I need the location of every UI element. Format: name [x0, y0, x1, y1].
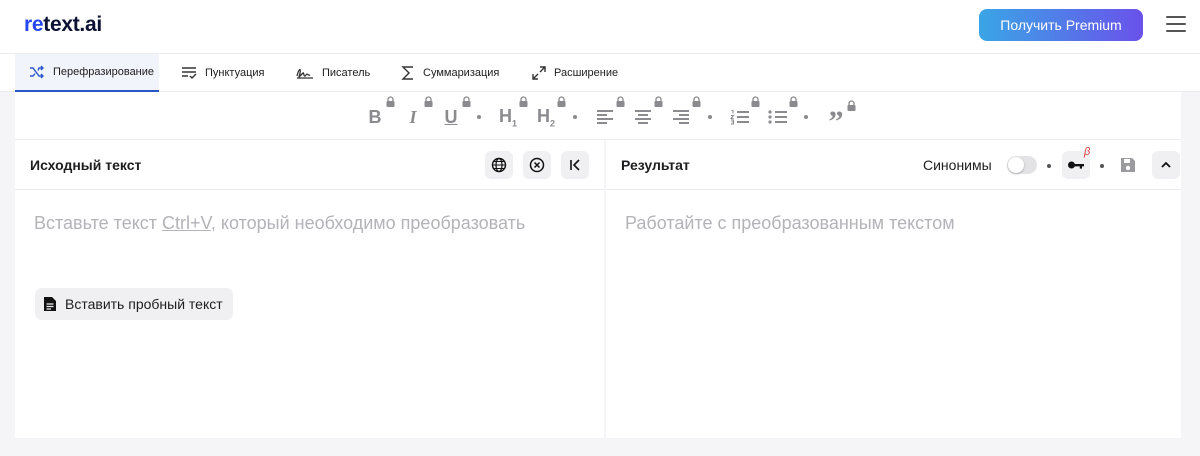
separator-dot	[708, 115, 712, 119]
quote-button[interactable]: ”	[823, 100, 856, 137]
save-button[interactable]	[1114, 151, 1142, 179]
heading-letter: H	[498, 105, 512, 126]
tab-punctuation[interactable]: Пунктуация	[167, 54, 278, 92]
shuffle-icon	[30, 65, 44, 79]
align-right-button[interactable]	[668, 96, 701, 130]
underline-button[interactable]: U	[438, 96, 471, 130]
heading-1-button[interactable]: H1	[495, 96, 528, 130]
tab-label: Суммаризация	[423, 67, 500, 79]
separator-dot	[1047, 164, 1051, 168]
collapse-left-icon	[570, 159, 580, 171]
heading-1-icon: H1	[499, 106, 517, 129]
synonyms-toggle[interactable]	[1007, 156, 1037, 174]
lock-icon	[654, 96, 663, 107]
align-right-icon	[673, 110, 689, 124]
collapse-panel-button[interactable]	[561, 151, 589, 179]
separator-dot	[477, 115, 481, 119]
source-text-input[interactable]: Вставьте текст Ctrl+V, который необходим…	[34, 213, 525, 234]
punctuation-check-icon	[182, 67, 197, 79]
lock-icon	[519, 96, 528, 107]
insert-sample-text-button[interactable]: Вставить пробный текст	[35, 288, 233, 320]
lock-icon	[751, 96, 760, 107]
tab-label: Писатель	[322, 67, 371, 79]
expand-arrows-icon	[532, 66, 546, 80]
collapse-up-button[interactable]	[1152, 151, 1180, 179]
heading-2-icon: H2	[537, 106, 555, 129]
placeholder-text: Вставьте текст	[34, 213, 163, 233]
result-text-area[interactable]: Работайте с преобразованным текстом	[625, 213, 955, 234]
italic-icon: I	[409, 106, 417, 127]
paste-shortcut: Ctrl+V	[162, 213, 211, 233]
italic-button[interactable]: I	[400, 96, 433, 130]
lock-icon	[692, 96, 701, 107]
sigma-icon	[401, 66, 413, 80]
tab-label: Пунктуация	[205, 67, 265, 79]
chevron-up-icon	[1161, 161, 1171, 168]
close-circle-icon	[529, 157, 545, 173]
beta-badge: β	[1084, 146, 1091, 158]
sample-button-label: Вставить пробный текст	[65, 296, 223, 312]
lock-icon	[386, 96, 395, 107]
bold-icon: B	[368, 106, 382, 127]
globe-icon	[491, 157, 507, 173]
source-panel: Исходный текст Вставьте текст Ctrl+V, ко…	[15, 140, 604, 438]
top-header: retext.ai Получить Premium	[0, 0, 1200, 54]
numbered-list-button[interactable]	[727, 96, 760, 130]
tab-writer[interactable]: Писатель	[282, 54, 384, 92]
source-panel-title: Исходный текст	[30, 157, 142, 173]
formatting-toolbar: B I U H1 H2 ”	[15, 92, 1181, 140]
tab-expand[interactable]: Расширение	[518, 54, 632, 92]
logo[interactable]: retext.ai	[24, 13, 102, 37]
align-left-icon	[597, 110, 613, 124]
lock-icon	[424, 96, 433, 107]
numbered-list-icon	[730, 110, 749, 125]
toggle-knob	[1008, 157, 1024, 173]
bullet-list-icon	[768, 110, 787, 124]
align-left-button[interactable]	[592, 96, 625, 130]
tab-paraphrase[interactable]: Перефразирование	[15, 54, 159, 92]
separator-dot	[1100, 164, 1104, 168]
quote-icon: ”	[828, 105, 844, 138]
clear-text-button[interactable]	[523, 151, 551, 179]
hamburger-menu-icon[interactable]	[1166, 16, 1186, 34]
tab-label: Расширение	[554, 67, 619, 79]
underline-icon: U	[444, 106, 458, 127]
language-button[interactable]	[485, 151, 513, 179]
logo-rest: text.ai	[43, 13, 102, 36]
align-center-icon	[635, 110, 651, 124]
lock-icon	[789, 96, 798, 107]
document-icon	[44, 297, 56, 311]
bold-button[interactable]: B	[362, 96, 395, 130]
align-center-button[interactable]	[630, 96, 663, 130]
save-icon	[1121, 158, 1135, 172]
bullet-list-button[interactable]	[765, 96, 798, 130]
heading-sub: 2	[549, 118, 555, 129]
result-panel-title: Результат	[621, 157, 690, 173]
signature-icon	[296, 68, 313, 79]
source-panel-header: Исходный текст	[15, 140, 604, 190]
mode-tabs: Перефразирование Пунктуация Писатель Сум…	[0, 54, 1200, 92]
separator-dot	[804, 115, 808, 119]
tab-label: Перефразирование	[53, 66, 155, 78]
lock-icon	[616, 96, 625, 107]
result-panel-header: Результат Синонимы β	[606, 140, 1181, 190]
placeholder-text: , который необходимо преобразовать	[210, 213, 526, 233]
tab-summarize[interactable]: Суммаризация	[387, 54, 513, 92]
logo-prefix: re	[24, 13, 44, 36]
lock-icon	[557, 96, 566, 107]
heading-sub: 1	[511, 118, 517, 129]
get-premium-button[interactable]: Получить Premium	[979, 9, 1143, 41]
heading-letter: H	[536, 105, 550, 126]
lock-icon	[462, 96, 471, 107]
separator-dot	[573, 115, 577, 119]
synonyms-label: Синонимы	[923, 157, 992, 173]
key-icon	[1068, 161, 1084, 169]
lock-icon	[847, 100, 856, 111]
heading-2-button[interactable]: H2	[533, 96, 566, 130]
result-panel: Результат Синонимы β Работайте с преобра…	[606, 140, 1181, 438]
